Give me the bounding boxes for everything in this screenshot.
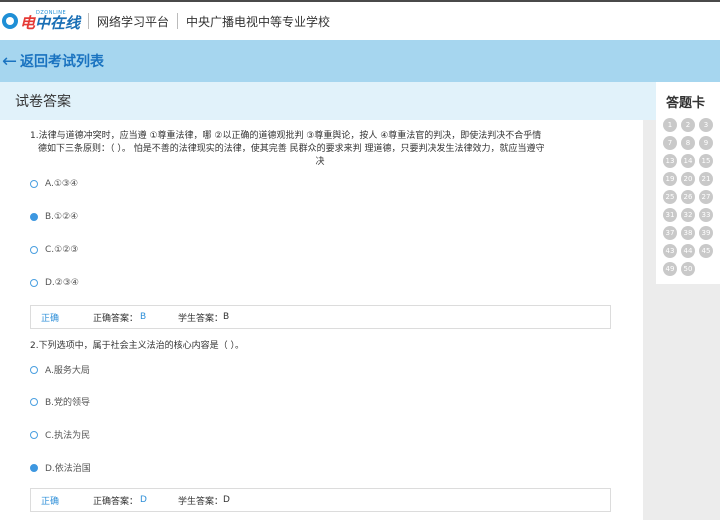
correct-answer-label: 正确答案： [93,496,139,507]
result-status: 正确 [41,496,60,507]
answer-card-number[interactable]: 25 [663,190,677,204]
answer-card-number[interactable]: 3 [699,118,713,132]
answer-card-grid: 1 2 3 7 8 9 13 14 15 19 20 21 25 26 27 31 32 33 37 38 39 43 44… [663,118,717,276]
student-answer-value: B [223,312,230,322]
option-c[interactable]: C.①②③ [30,245,78,255]
answer-card-number[interactable]: 45 [699,244,713,258]
question-stem-line: 1.法律与道德冲突时，应当遵 ①尊重法律，哪 ②以正确的道德观批判 ③尊重舆论，… [30,131,542,141]
question-stem-line: 德如下三条原则：（ ）。 怕是不善的法律现实的法律，使其完善 民群众的要求来判 … [38,144,545,154]
result-status: 正确 [41,313,60,324]
option-d[interactable]: D.依法治国 [30,461,91,474]
answer-sheet-panel: 试卷答案 1.法律与道德冲突时，应当遵 ①尊重法律，哪 ②以正确的道德观批判 ③… [0,82,643,520]
platform-name: 网络学习平台 [97,14,170,29]
answer-card-number[interactable]: 38 [681,226,695,240]
answer-card: 答题卡 1 2 3 7 8 9 13 14 15 19 20 21 25 26 27 31 32 33 37 38 39… [656,82,720,284]
answer-card-number[interactable]: 8 [681,136,695,150]
radio-icon[interactable] [30,279,38,287]
answer-card-number[interactable]: 27 [699,190,713,204]
answer-result-bar: 正确 正确答案： D 学生答案： D [30,488,611,512]
question-stem: 2.下列选项中，属于社会主义法治的核心内容是（ ）。 [30,341,244,351]
answer-card-number[interactable]: 2 [681,118,695,132]
radio-icon[interactable] [30,180,38,188]
radio-checked-icon[interactable] [30,463,38,472]
answer-card-number[interactable]: 26 [681,190,695,204]
header-divider [177,13,179,29]
answer-card-number[interactable]: 39 [699,226,713,240]
answer-card-number[interactable]: 33 [699,208,713,222]
answer-card-number[interactable]: 31 [663,208,677,222]
arrow-left-icon[interactable]: ← [2,51,18,72]
answer-card-number[interactable]: 43 [663,244,677,258]
student-answer-label: 学生答案： [178,496,224,507]
option-d[interactable]: D.②③④ [30,278,79,288]
answer-card-number[interactable]: 9 [699,136,713,150]
answer-card-title: 答题卡 [666,96,706,111]
logo-icon [2,13,18,29]
question-stem: 1.法律与道德冲突时，应当遵 ①尊重法律，哪 ②以正确的道德观批判 ③尊重舆论，… [30,130,610,169]
school-name: 中央广播电视中等专业学校 [186,14,331,29]
paper-title-bar: 试卷答案 [0,82,643,120]
option-b[interactable]: B.①②④ [30,212,78,222]
student-answer-label: 学生答案： [178,313,224,324]
answer-card-number[interactable]: 13 [663,154,677,168]
correct-answer-label: 正确答案： [93,313,139,324]
answer-card-number[interactable]: 1 [663,118,677,132]
radio-checked-icon[interactable] [30,213,38,221]
answer-result-bar: 正确 正确答案： B 学生答案： B [30,305,611,329]
site-logo[interactable]: DZONLINE 电中在线 [2,11,80,31]
radio-icon[interactable] [30,430,38,439]
back-to-exam-list-link[interactable]: 返回考试列表 [20,51,104,71]
answer-card-number[interactable]: 7 [663,136,677,150]
answer-card-number[interactable]: 37 [663,226,677,240]
answer-card-number[interactable]: 49 [663,262,677,276]
radio-icon[interactable] [30,365,38,374]
answer-card-number[interactable]: 20 [681,172,695,186]
top-header: DZONLINE 电中在线 网络学习平台 中央广播电视中等专业学校 [0,0,720,40]
answer-card-number[interactable]: 44 [681,244,695,258]
student-answer-value: D [223,495,230,505]
answer-card-number[interactable]: 32 [681,208,695,222]
correct-answer-value: B [140,312,147,322]
answer-card-number[interactable]: 21 [699,172,713,186]
radio-icon[interactable] [30,397,38,406]
answer-card-number[interactable]: 14 [681,154,695,168]
answer-card-number[interactable]: 19 [663,172,677,186]
nav-bar: ← 返回考试列表 [0,40,720,82]
correct-answer-value: D [140,495,147,505]
answer-card-number[interactable]: 15 [699,154,713,168]
logo-text: 电中在线 [20,14,81,32]
option-b[interactable]: B.党的领导 [30,395,90,408]
question-stem-line: 决 [315,157,325,167]
radio-icon[interactable] [30,246,38,254]
answer-card-number[interactable]: 50 [681,262,695,276]
option-a[interactable]: A.服务大局 [30,363,90,376]
page-title: 试卷答案 [15,94,71,110]
header-divider [88,13,90,29]
option-a[interactable]: A.①③④ [30,179,78,189]
option-c[interactable]: C.执法为民 [30,428,90,441]
